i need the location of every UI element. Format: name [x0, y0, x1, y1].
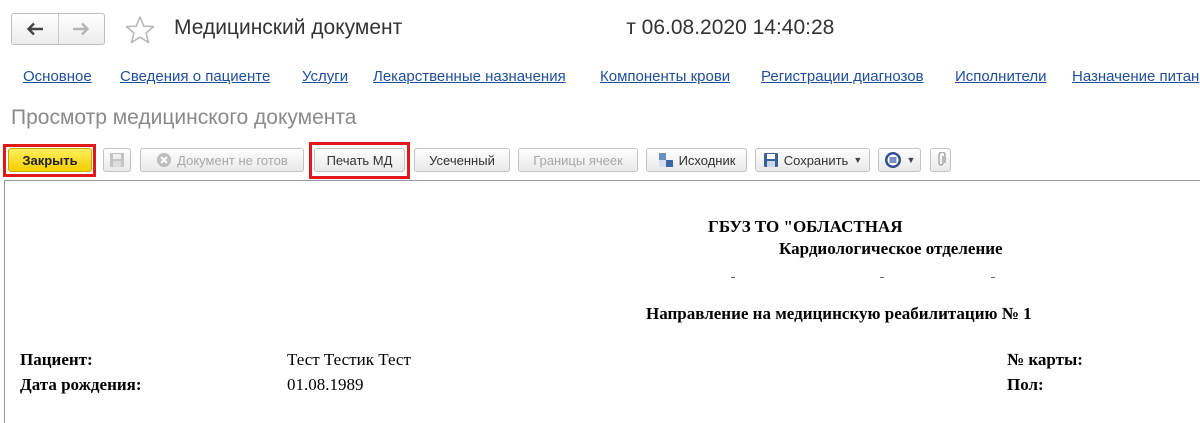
referral-title: Направление на медицинскую реабилитацию … [646, 304, 1032, 323]
chevron-down-icon: ▼ [906, 155, 916, 165]
floppy-disk-icon [110, 153, 124, 167]
date-fragment: от 06.08.2020 14:40:28 [615, 16, 835, 39]
menu-circle-icon [884, 152, 901, 168]
link-nutrition[interactable]: Назначение питан [1072, 68, 1199, 85]
document-viewer[interactable]: ГБУЗ ТО "ОБЛАСТНАЯ Кардиологическое отде… [4, 180, 1200, 423]
window-date: от 06.08.2020 14:40:28 [626, 16, 834, 40]
source-icon [658, 153, 673, 167]
department: Кардиологическое отделение [779, 239, 1003, 258]
save-label: Сохранить [783, 152, 849, 168]
doc-not-ready-button[interactable]: Документ не готов [140, 148, 304, 172]
link-diagnoses[interactable]: Регистрации диагнозов [761, 68, 924, 85]
sex-label: Пол: [1007, 375, 1044, 394]
paperclip-icon [937, 152, 946, 166]
form-title: Просмотр медицинского документа [11, 106, 357, 129]
patient-label: Пациент: [20, 350, 93, 369]
source-label: Исходник [678, 152, 736, 168]
attach-button[interactable] [930, 148, 951, 172]
favorite-star-icon[interactable] [124, 14, 156, 46]
arrow-left-icon [26, 22, 43, 36]
link-patient-info[interactable]: Сведения о пациенте [120, 68, 270, 85]
cancel-circle-icon [157, 153, 172, 167]
more-dropdown-button[interactable]: ▼ [878, 148, 921, 172]
patient-value: Тест Тестик Тест [287, 350, 411, 369]
truncated-button[interactable]: Усеченный [414, 148, 510, 172]
link-basic[interactable]: Основное [23, 68, 92, 85]
navigation-buttons [11, 13, 105, 45]
window-title: Медицинский документ [174, 16, 403, 39]
arrow-right-icon [73, 22, 90, 36]
save-icon [763, 153, 778, 167]
tick-mark [880, 277, 884, 278]
section-links: Основное Сведения о пациенте Услуги Лека… [0, 68, 1200, 90]
save-dropdown-button[interactable]: Сохранить ▼ [755, 148, 870, 172]
card-label: № карты: [1007, 350, 1083, 369]
link-services[interactable]: Услуги [302, 68, 348, 85]
chevron-down-icon: ▼ [853, 155, 863, 165]
back-button[interactable] [12, 14, 58, 44]
source-button[interactable]: Исходник [646, 148, 747, 172]
link-performers[interactable]: Исполнители [955, 68, 1047, 85]
close-button[interactable]: Закрыть [8, 148, 92, 172]
save-disk-button[interactable] [103, 148, 131, 172]
forward-button[interactable] [57, 14, 105, 44]
birth-value: 01.08.1989 [287, 375, 364, 394]
link-medications[interactable]: Лекарственные назначения [373, 68, 566, 85]
tick-mark [731, 277, 735, 278]
tick-mark [991, 277, 995, 278]
link-blood-components[interactable]: Компоненты крови [600, 68, 730, 85]
cell-borders-button[interactable]: Границы ячеек [518, 148, 638, 172]
print-md-button[interactable]: Печать МД [314, 148, 405, 172]
birth-label: Дата рождения: [20, 375, 142, 394]
doc-not-ready-label: Документ не готов [177, 152, 288, 168]
org-line: ГБУЗ ТО "ОБЛАСТНАЯ [708, 217, 903, 236]
